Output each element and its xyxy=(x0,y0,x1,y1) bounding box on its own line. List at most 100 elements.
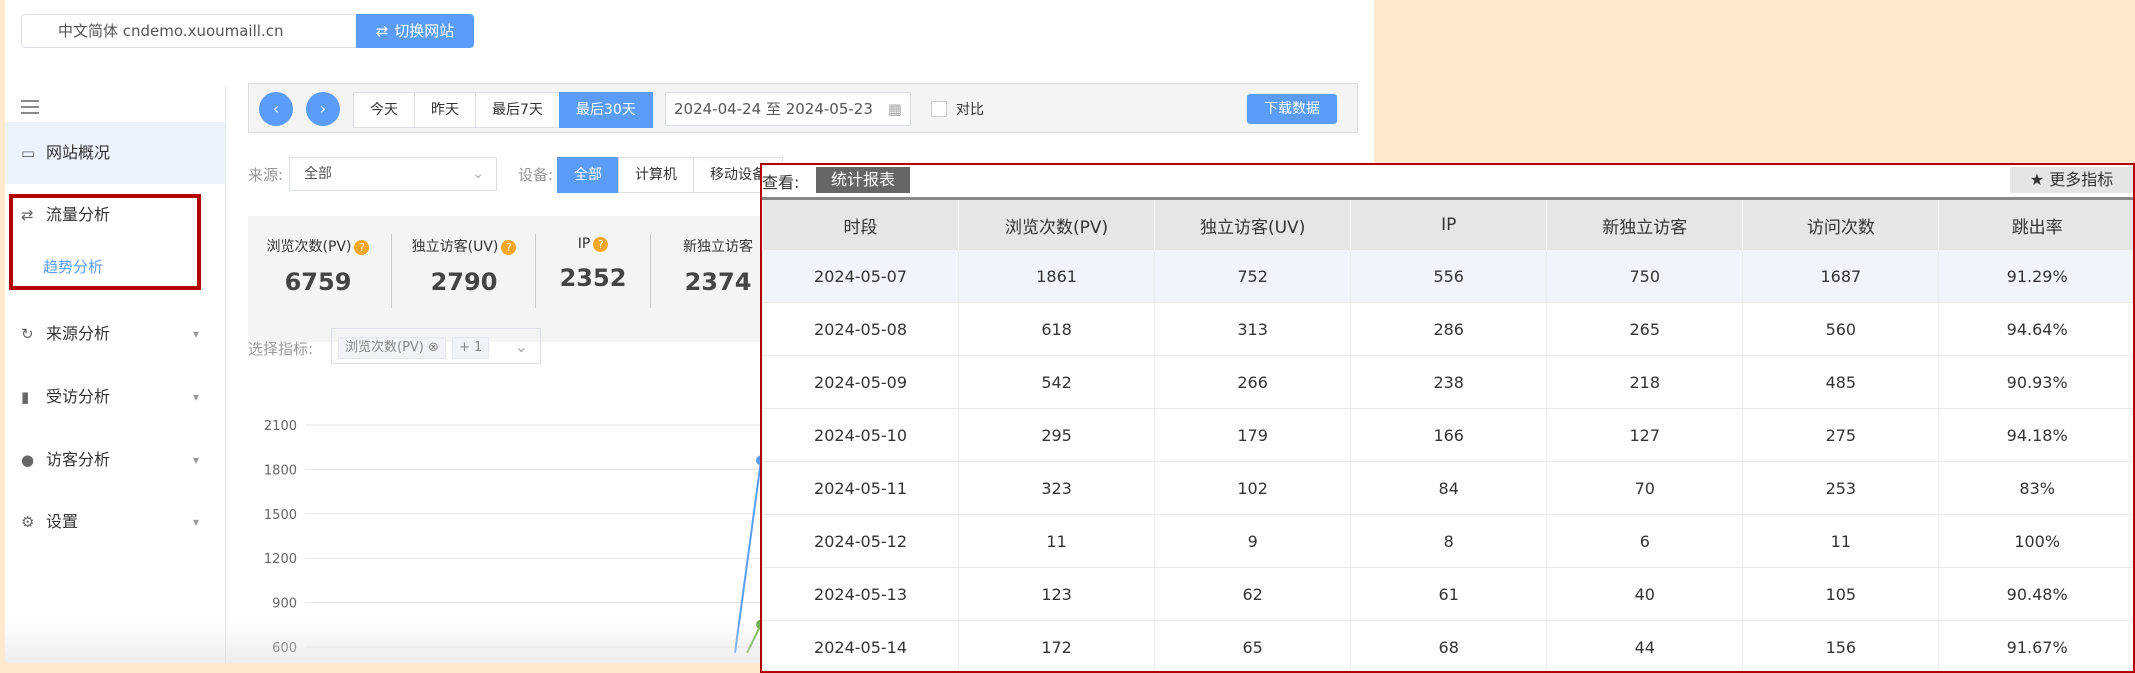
menu-toggle-icon[interactable] xyxy=(21,100,39,114)
table-cell: 91.67% xyxy=(1938,620,2133,671)
chevron-down-icon: ⌄ xyxy=(514,337,528,356)
table-cell: 323 xyxy=(958,461,1155,515)
column-header[interactable]: 时段 xyxy=(762,197,959,250)
table-row: 2024-05-08 618 313 286 265 560 94.64% xyxy=(762,302,2133,356)
source-value: 全部 xyxy=(304,166,332,182)
device-button-group: 全部 计算机 移动设备 xyxy=(557,157,783,193)
range-yesterday-button[interactable]: 昨天 xyxy=(414,92,476,128)
calendar-icon: ▦ xyxy=(887,100,902,118)
table-row: 2024-05-13 123 62 61 40 105 90.48% xyxy=(762,567,2133,621)
view-label: 查看: xyxy=(762,173,800,192)
y-tick-label: 1200 xyxy=(264,552,297,567)
stat-label: 新独立访客 xyxy=(683,239,753,255)
next-button[interactable]: › xyxy=(306,92,340,126)
sidebar-item-visited[interactable]: ▮ 受访分析 ▾ xyxy=(5,366,225,428)
metric-label: 选择指标: xyxy=(248,340,314,358)
table-cell: 2024-05-13 xyxy=(762,567,959,621)
column-header[interactable]: 浏览次数(PV) xyxy=(958,197,1155,250)
sidebar-item-source[interactable]: ↻ 来源分析 ▾ xyxy=(5,303,225,365)
table-cell: 70 xyxy=(1546,461,1743,515)
stat-value: 2352 xyxy=(559,264,627,292)
bar-chart-icon: ▮ xyxy=(21,388,30,406)
table-cell: 172 xyxy=(958,620,1155,671)
prev-button[interactable]: ‹ xyxy=(259,92,293,126)
table-cell: 542 xyxy=(958,355,1155,409)
column-header[interactable]: IP xyxy=(1350,197,1547,250)
table-cell: 62 xyxy=(1154,567,1351,621)
table-cell: 752 xyxy=(1154,250,1351,303)
trend-chart: 2100 1800 1500 1200 900 600 xyxy=(264,420,765,656)
help-icon[interactable]: ? xyxy=(354,240,370,255)
table-cell: 105 xyxy=(1742,567,1939,621)
column-header[interactable]: 新独立访客 xyxy=(1546,197,1743,250)
close-icon[interactable]: ⊗ xyxy=(428,340,439,355)
highlight-box xyxy=(9,194,201,290)
sidebar-item-label: 设置 xyxy=(46,512,79,531)
table-cell: 90.93% xyxy=(1938,355,2133,409)
chevron-down-icon: ▾ xyxy=(192,453,199,467)
stat-pv: 浏览次数(PV)? 6759 xyxy=(248,228,388,328)
help-icon[interactable]: ? xyxy=(593,237,609,252)
table-cell: 556 xyxy=(1350,250,1547,303)
sidebar-item-overview[interactable]: ▭ 网站概况 xyxy=(5,122,225,184)
chevron-down-icon: ⌄ xyxy=(472,166,484,182)
chevron-down-icon: ▾ xyxy=(192,327,199,341)
table-cell: 2024-05-10 xyxy=(762,408,959,462)
range-today-button[interactable]: 今天 xyxy=(353,92,415,128)
table-cell: 94.18% xyxy=(1938,408,2133,462)
table-cell: 61 xyxy=(1350,567,1547,621)
sidebar-item-settings[interactable]: ⚙ 设置 ▾ xyxy=(5,491,225,553)
table-cell: 275 xyxy=(1742,408,1939,462)
table-header-row: 时段 浏览次数(PV) 独立访客(UV) IP 新独立访客 访问次数 跳出率 xyxy=(762,197,2133,250)
divider xyxy=(650,234,651,308)
table-cell: 91.29% xyxy=(1938,250,2133,303)
table-cell: 238 xyxy=(1350,355,1547,409)
sidebar-item-visitor[interactable]: ● 访客分析 ▾ xyxy=(5,429,225,491)
device-all-button[interactable]: 全部 xyxy=(557,157,619,193)
table-cell: 156 xyxy=(1742,620,1939,671)
y-tick-label: 900 xyxy=(272,597,297,612)
date-range-picker[interactable]: 2024-04-24 至 2024-05-23 ▦ xyxy=(665,92,911,126)
sidebar-item-label: 网站概况 xyxy=(46,143,111,162)
column-header[interactable]: 跳出率 xyxy=(1938,197,2133,250)
report-table: 时段 浏览次数(PV) 独立访客(UV) IP 新独立访客 访问次数 跳出率 2… xyxy=(762,197,2133,671)
stat-value: 2790 xyxy=(430,268,498,296)
stat-label: IP xyxy=(577,236,591,252)
download-button[interactable]: 下载数据 xyxy=(1247,94,1337,124)
date-range-value: 2024-04-24 至 2024-05-23 xyxy=(674,100,873,118)
gear-icon: ⚙ xyxy=(21,513,35,531)
table-cell: 65 xyxy=(1154,620,1351,671)
range-7days-button[interactable]: 最后7天 xyxy=(475,92,560,128)
metric-select[interactable]: 浏览次数(PV) ⊗ + 1 ⌄ xyxy=(331,328,541,364)
stat-label: 独立访客(UV) xyxy=(411,239,499,255)
column-header[interactable]: 独立访客(UV) xyxy=(1154,197,1351,250)
help-icon[interactable]: ? xyxy=(501,240,517,255)
sidebar-item-label: 访客分析 xyxy=(46,450,111,469)
stat-label: 浏览次数(PV) xyxy=(266,239,352,255)
site-input[interactable]: 中文简体 cndemo.xuoumaill.cn xyxy=(21,14,361,48)
table-row: 2024-05-10 295 179 166 127 275 94.18% xyxy=(762,408,2133,462)
source-select[interactable]: 全部 ⌄ xyxy=(289,157,497,191)
table-cell: 44 xyxy=(1546,620,1743,671)
table-cell: 2024-05-08 xyxy=(762,302,959,356)
table-cell: 90.48% xyxy=(1938,567,2133,621)
table-cell: 40 xyxy=(1546,567,1743,621)
divider xyxy=(391,234,392,308)
switch-site-button[interactable]: ⇄ 切换网站 xyxy=(356,14,474,48)
date-toolbar: ‹ › 今天 昨天 最后7天 最后30天 2024-04-24 至 2024-0… xyxy=(248,83,1358,133)
table-cell: 618 xyxy=(958,302,1155,356)
device-computer-button[interactable]: 计算机 xyxy=(618,157,694,193)
table-cell: 2024-05-07 xyxy=(762,250,959,303)
tab-report[interactable]: 统计报表 xyxy=(816,167,910,193)
compare-checkbox[interactable] xyxy=(931,101,947,117)
panel-header: 查看: 统计报表 ★ 更多指标 xyxy=(762,165,2133,195)
range-30days-button[interactable]: 最后30天 xyxy=(558,92,653,128)
table-cell: 11 xyxy=(958,514,1155,568)
table-cell: 1687 xyxy=(1742,250,1939,303)
table-cell: 94.64% xyxy=(1938,302,2133,356)
column-header[interactable]: 访问次数 xyxy=(1742,197,1939,250)
stats-panel: 浏览次数(PV)? 6759 独立访客(UV)? 2790 IP? 2352 新… xyxy=(248,216,768,342)
y-tick-label: 1800 xyxy=(264,463,297,478)
more-metrics-button[interactable]: ★ 更多指标 xyxy=(2010,167,2133,193)
table-cell: 9 xyxy=(1154,514,1351,568)
